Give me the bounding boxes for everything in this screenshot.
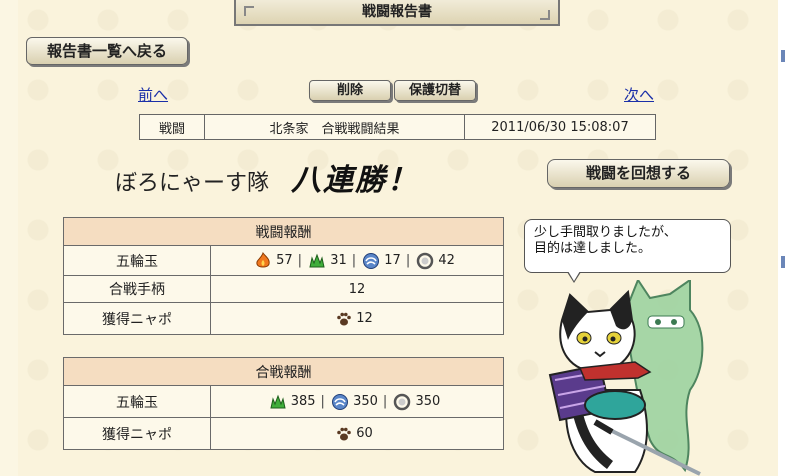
samurai-cat-illustration bbox=[548, 280, 704, 476]
victory-text: 八連勝！ bbox=[291, 163, 420, 198]
merit-label: 合戦手柄 bbox=[63, 275, 211, 303]
battle-reward-table: 戦闘報酬 五輪玉 57| 31| 17| 42 合戦手柄 12 獲得ニャポ bbox=[63, 217, 504, 335]
paw-icon bbox=[337, 427, 352, 440]
war-nyapo-value-cell: 60 bbox=[210, 417, 504, 450]
wind-gem-icon bbox=[332, 393, 349, 410]
void-gem-count: 42 bbox=[438, 253, 455, 268]
report-datetime: 2011/06/30 15:08:07 bbox=[464, 114, 656, 140]
wind-gem-icon bbox=[363, 252, 380, 269]
speech-bubble: 少し手間取りましたが、 目的は達しました。 bbox=[524, 219, 731, 283]
void-gem-icon bbox=[394, 393, 411, 410]
back-to-report-list-button[interactable]: 報告書一覧へ戻る bbox=[26, 37, 188, 65]
prev-link[interactable]: 前へ bbox=[138, 84, 168, 105]
fire-gem-icon bbox=[256, 251, 270, 267]
delete-button[interactable]: 削除 bbox=[309, 80, 391, 101]
gems-label: 五輪玉 bbox=[63, 245, 211, 276]
nyapo-value-cell: 12 bbox=[210, 302, 504, 335]
report-type: 戦闘 bbox=[139, 114, 205, 140]
paw-icon bbox=[337, 312, 352, 325]
earth-gem-icon bbox=[270, 394, 286, 408]
void-gem-icon bbox=[417, 252, 434, 269]
war-nyapo-value: 60 bbox=[356, 426, 373, 441]
wind-gem-count: 17 bbox=[384, 253, 401, 268]
war-earth-gem-count: 385 bbox=[290, 394, 316, 409]
side-strip bbox=[778, 0, 789, 476]
fire-gem-count: 57 bbox=[276, 253, 293, 268]
nyapo-label: 獲得ニャポ bbox=[63, 302, 211, 335]
war-void-gem-count: 350 bbox=[415, 394, 441, 409]
earth-gem-icon bbox=[309, 253, 325, 267]
war-reward-header: 合戦報酬 bbox=[63, 357, 504, 386]
report-description: 北条家 合戦戦闘結果 bbox=[204, 114, 465, 140]
earth-gem-count: 31 bbox=[330, 253, 347, 268]
war-nyapo-label: 獲得ニャポ bbox=[63, 417, 211, 450]
speech-line-1: 少し手間取りましたが、 bbox=[534, 225, 677, 240]
result-line: ぼろにゃーす隊 八連勝！ bbox=[115, 155, 419, 199]
war-wind-gem-count: 350 bbox=[353, 394, 378, 409]
battle-reward-header: 戦闘報酬 bbox=[63, 217, 504, 246]
report-info-table: 戦闘 北条家 合戦戦闘結果 2011/06/30 15:08:07 bbox=[139, 114, 656, 140]
page-title-text: 戦闘報告書 bbox=[362, 4, 432, 20]
page-title: 戦闘報告書 bbox=[234, 0, 560, 26]
next-link[interactable]: 次へ bbox=[624, 84, 654, 105]
protect-toggle-button[interactable]: 保護切替 bbox=[394, 80, 476, 101]
war-reward-table: 合戦報酬 五輪玉 385 | 350 | 350 獲得ニャポ 60 bbox=[63, 357, 504, 450]
nyapo-value: 12 bbox=[356, 311, 373, 326]
speech-line-2: 目的は達しました。 bbox=[534, 241, 652, 256]
recall-battle-button[interactable]: 戦闘を回想する bbox=[547, 159, 730, 188]
war-gems-values: 385 | 350 | 350 bbox=[210, 385, 504, 418]
gems-values: 57 | 31 | 17 | 42 bbox=[210, 245, 504, 276]
war-gems-label: 五輪玉 bbox=[63, 385, 211, 418]
team-name: ぼろにゃーす隊 bbox=[115, 171, 270, 196]
merit-value: 12 bbox=[210, 275, 504, 303]
